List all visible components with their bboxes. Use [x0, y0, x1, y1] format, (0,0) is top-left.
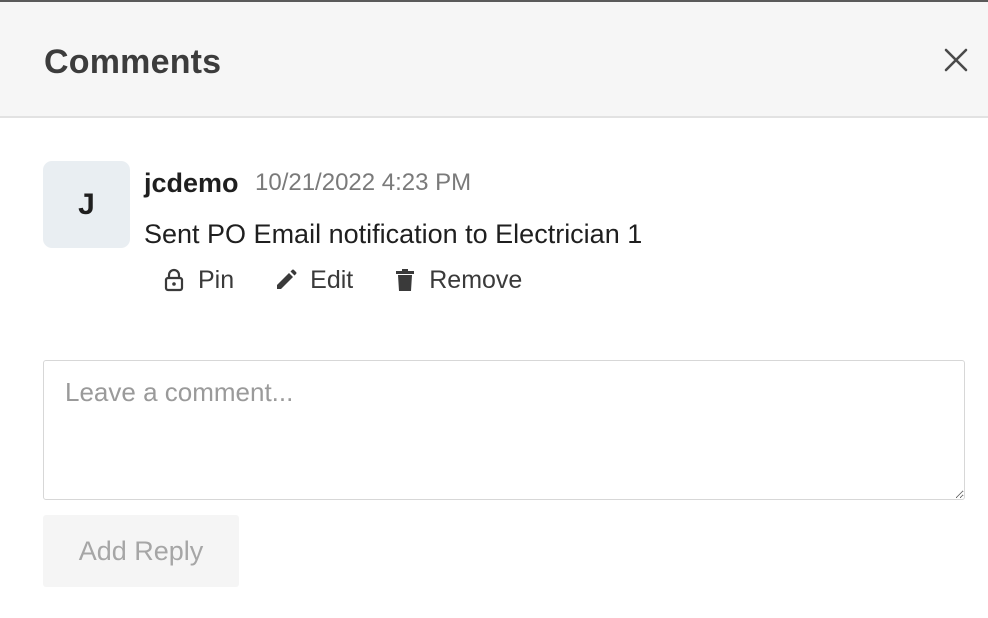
remove-label: Remove: [429, 265, 523, 294]
avatar-initial: J: [78, 187, 95, 221]
comment-text: Sent PO Email notification to Electricia…: [144, 219, 643, 249]
close-icon[interactable]: [943, 47, 969, 78]
comment-input[interactable]: [43, 360, 965, 500]
close-button[interactable]: [936, 42, 976, 82]
lock-icon: [160, 266, 188, 294]
comment-timestamp: 10/21/2022 4:23 PM: [255, 169, 472, 196]
pin-label: Pin: [198, 265, 235, 294]
remove-button[interactable]: Remove: [391, 260, 522, 300]
modal-title: Comments: [44, 43, 222, 81]
trash-icon: [391, 266, 419, 294]
add-reply-button[interactable]: Add Reply: [43, 515, 239, 587]
edit-button[interactable]: Edit: [272, 260, 353, 300]
modal-header: Comments: [0, 2, 988, 118]
avatar: J: [43, 161, 130, 248]
pencil-icon: [272, 266, 300, 294]
edit-label: Edit: [310, 265, 354, 294]
comment-actions: Pin Edit Remove: [160, 260, 522, 300]
comments-modal: Comments J jcdemo 10/21/2022 4:23 PM Sen…: [0, 0, 988, 618]
comment-input-wrapper: [43, 360, 965, 500]
comment-author: jcdemo: [144, 168, 239, 198]
pin-button[interactable]: Pin: [160, 260, 234, 300]
